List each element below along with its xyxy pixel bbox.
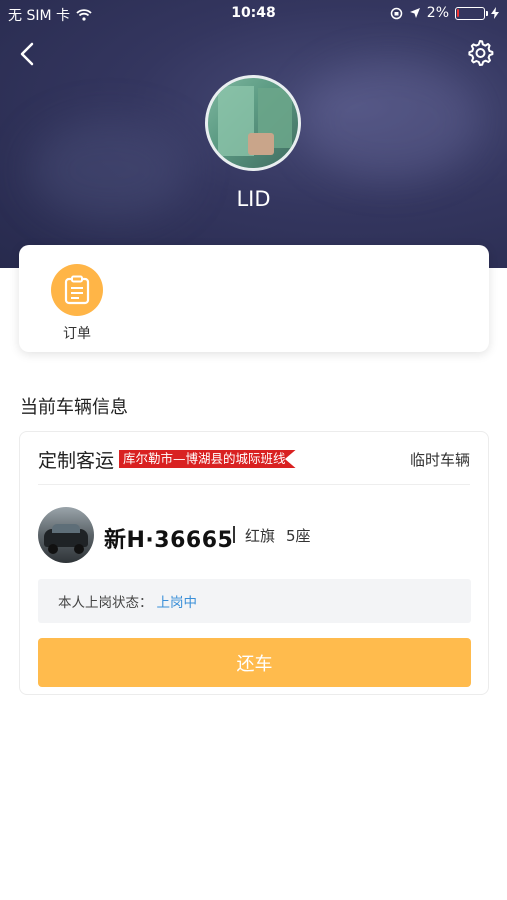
background-blur xyxy=(300,60,480,180)
car-photo xyxy=(38,507,94,563)
settings-button[interactable] xyxy=(465,38,495,68)
return-car-button[interactable]: 还车 xyxy=(38,638,471,687)
shortcut-card: 订单 xyxy=(19,245,489,352)
car-wheel-shape xyxy=(48,544,58,554)
duty-status-label: 本人上岗状态： xyxy=(58,595,153,611)
license-plate: 新H·36665 xyxy=(104,528,234,553)
separator xyxy=(233,526,235,543)
location-arrow-icon xyxy=(409,8,420,18)
route-tag: 库尔勒市—博湖县的城际班线 xyxy=(119,450,296,468)
battery-fill xyxy=(457,8,459,17)
section-title: 当前车辆信息 xyxy=(20,397,128,418)
gear-icon xyxy=(468,40,494,66)
orders-label: 订单 xyxy=(63,326,91,342)
clipboard-icon xyxy=(64,275,90,305)
battery-percent: 2% xyxy=(426,5,449,21)
username: LID xyxy=(236,187,271,211)
chevron-left-icon xyxy=(20,42,34,66)
duty-status-row: 本人上岗状态： 上岗中 xyxy=(38,579,471,623)
divider xyxy=(38,484,470,485)
car-wheel-shape xyxy=(74,544,84,554)
battery-icon xyxy=(455,6,488,20)
service-type: 定制客运 xyxy=(38,449,115,472)
orders-button[interactable]: 订单 xyxy=(51,264,103,343)
car-seats: 5座 xyxy=(286,527,311,545)
avatar-photo-detail xyxy=(248,133,274,155)
back-button[interactable] xyxy=(14,40,42,68)
car-window-shape xyxy=(52,524,80,533)
charging-bolt-icon xyxy=(491,7,499,19)
vehicle-card-header: 定制客运 库尔勒市—博湖县的城际班线 临时车辆 xyxy=(38,445,470,473)
orientation-lock-icon xyxy=(390,7,403,19)
status-right-group: 2% xyxy=(390,5,499,21)
duty-status-value: 上岗中 xyxy=(156,595,198,611)
avatar[interactable] xyxy=(205,75,301,171)
vehicle-kind: 临时车辆 xyxy=(409,450,470,469)
status-bar: 无 SIM 卡 10:48 2% xyxy=(0,0,507,28)
order-icon-circle xyxy=(51,264,103,316)
car-brand: 红旗 xyxy=(245,527,276,545)
vehicle-card: 定制客运 库尔勒市—博湖县的城际班线 临时车辆 新H·36665 红旗 5座 本… xyxy=(19,431,489,695)
